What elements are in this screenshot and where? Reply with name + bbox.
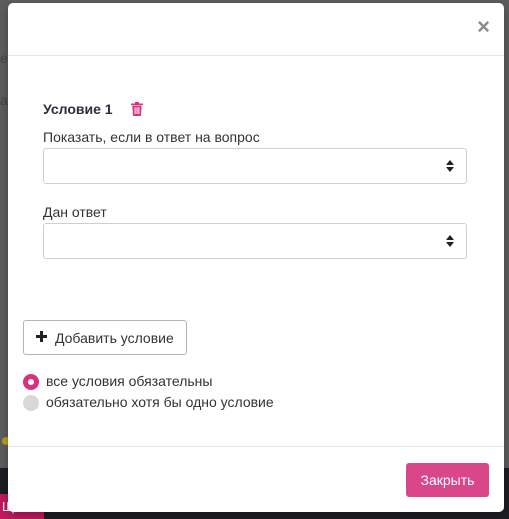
question-label: Показать, если в ответ на вопрос xyxy=(43,129,260,145)
radio-button-selected[interactable] xyxy=(23,374,39,390)
trash-icon[interactable] xyxy=(131,102,143,116)
close-icon[interactable]: × xyxy=(477,16,490,38)
radio-label: обязательно хотя бы одно условие xyxy=(46,394,274,410)
answer-label: Дан ответ xyxy=(43,204,107,220)
question-select[interactable] xyxy=(43,148,467,184)
radio-button-unselected[interactable] xyxy=(23,395,39,411)
background-text-fragment: а xyxy=(0,92,8,108)
radio-label: все условия обязательны xyxy=(46,373,213,389)
radio-all-conditions[interactable]: все условия обязательны xyxy=(23,373,243,391)
radio-any-condition[interactable]: обязательно хотя бы одно условие xyxy=(23,394,293,412)
background-text-fragment: е xyxy=(0,50,8,66)
answer-select[interactable] xyxy=(43,223,467,259)
close-button[interactable]: Закрыть xyxy=(406,463,489,497)
modal-header: × xyxy=(8,3,504,56)
select-arrows-icon xyxy=(446,160,454,172)
select-arrows-icon xyxy=(446,235,454,247)
add-condition-button[interactable]: Добавить условие xyxy=(23,320,187,355)
condition-title: Условие 1 xyxy=(43,101,113,117)
plus-icon xyxy=(36,331,47,342)
conditions-modal: × Условие 1 Показать, если в ответ на во… xyxy=(8,3,504,512)
add-condition-label: Добавить условие xyxy=(55,330,174,346)
